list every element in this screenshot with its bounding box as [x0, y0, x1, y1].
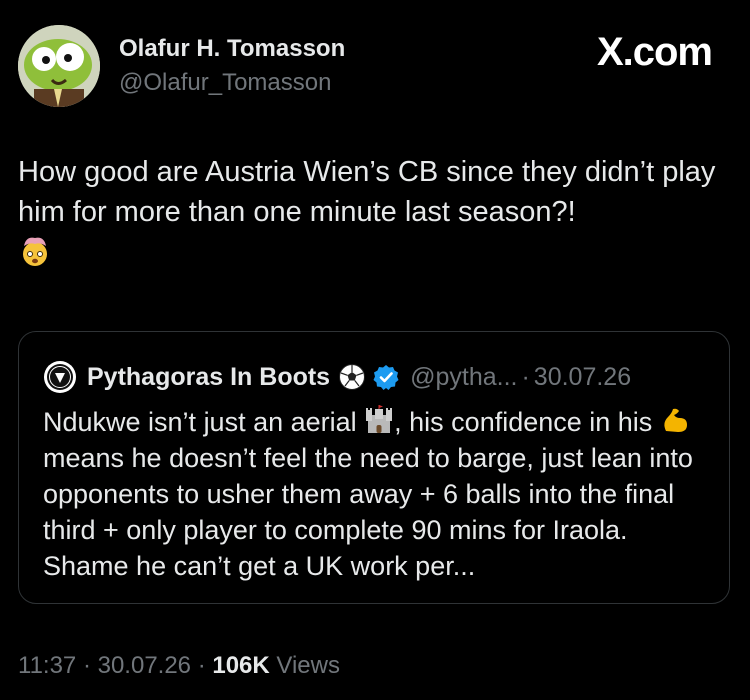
quoted-tweet-header: Pythagoras In Boots @pytha... · 30.07.26 — [43, 359, 631, 395]
views-label: Views — [269, 652, 340, 679]
quoted-text-part3: means he doesn’t feel the need to barge,… — [43, 443, 693, 581]
quoted-tweet-date[interactable]: 30.07.26 — [534, 363, 631, 392]
quoted-author-name[interactable]: Pythagoras In Boots — [87, 363, 330, 392]
header-separator: · — [521, 362, 530, 391]
tweet-footer: 11:37 · 30.07.26 · 106K Views — [18, 652, 340, 680]
flexed-biceps-icon — [660, 405, 690, 435]
pythagoras-logo-avatar[interactable] — [43, 360, 77, 394]
exploding-head-icon — [18, 234, 733, 279]
quoted-tweet-card[interactable]: Pythagoras In Boots @pytha... · 30.07.26… — [18, 331, 730, 604]
castle-icon — [364, 405, 394, 435]
verified-badge-icon — [373, 365, 399, 390]
x-com-logo: X.com — [596, 30, 713, 74]
quoted-tweet-text: Ndukwe isn’t just an aerial , his confid… — [43, 404, 715, 584]
tweet-body: How good are Austria Wien’s CB since the… — [18, 156, 716, 228]
soccer-ball-icon — [339, 364, 366, 390]
author-name[interactable]: Olafur H. Tomasson — [119, 35, 345, 63]
quoted-text-part2: , his confidence in his — [394, 407, 660, 437]
tweet-text: How good are Austria Wien’s CB since the… — [18, 152, 733, 279]
tweet-date[interactable]: 30.07.26 — [98, 652, 191, 679]
quoted-text-part1: Ndukwe isn’t just an aerial — [43, 407, 365, 437]
tweet-time[interactable]: 11:37 — [18, 652, 76, 679]
author-handle[interactable]: @Olafur_Tomasson — [119, 69, 331, 97]
views-count: 106K — [212, 652, 270, 679]
author-avatar[interactable] — [18, 25, 100, 107]
alien-character-avatar-icon — [18, 25, 100, 107]
footer-separator: · — [191, 652, 213, 679]
footer-separator: · — [76, 652, 98, 679]
quoted-author-handle[interactable]: @pytha... — [410, 363, 517, 392]
